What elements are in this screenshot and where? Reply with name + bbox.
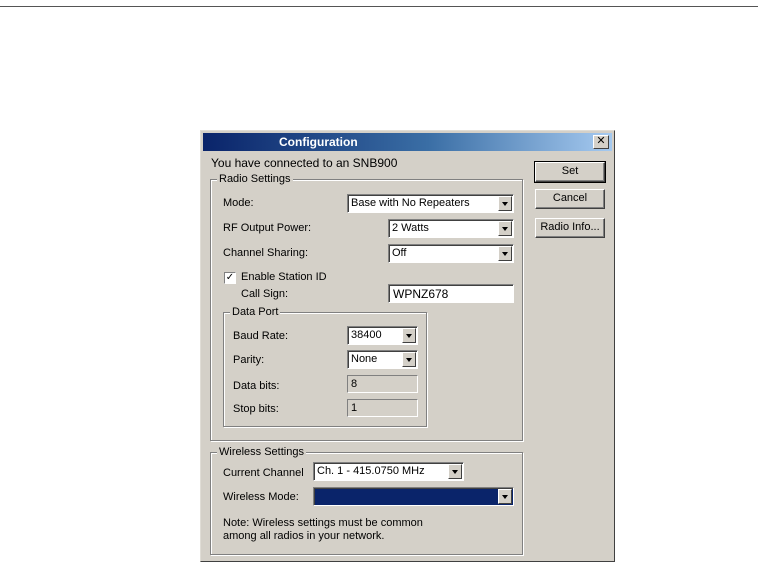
chevron-down-icon[interactable] xyxy=(498,489,512,504)
baud-rate-select-value: 38400 xyxy=(351,329,382,341)
page-top-rule xyxy=(0,6,758,7)
current-channel-label: Current Channel xyxy=(223,467,304,479)
chevron-down-icon[interactable] xyxy=(448,464,462,479)
call-sign-input[interactable]: WPNZ678 xyxy=(388,284,514,303)
dialog-title: Configuration xyxy=(279,135,358,149)
channel-sharing-select[interactable]: Off xyxy=(388,244,514,263)
channel-sharing-label: Channel Sharing: xyxy=(223,247,309,259)
current-channel-select-value: Ch. 1 - 415.0750 MHz xyxy=(317,465,425,477)
wireless-settings-legend: Wireless Settings xyxy=(217,446,306,458)
chevron-down-icon[interactable] xyxy=(498,246,512,261)
mode-select[interactable]: Base with No Repeaters xyxy=(347,194,514,213)
connection-status-text: You have connected to an SNB900 xyxy=(211,156,398,170)
baud-rate-select[interactable]: 38400 xyxy=(347,326,418,345)
close-icon: ✕ xyxy=(596,135,606,147)
checkmark-icon: ✓ xyxy=(225,272,235,283)
radio-settings-legend: Radio Settings xyxy=(217,173,293,185)
radio-info-button[interactable]: Radio Info... xyxy=(535,218,605,238)
mode-label: Mode: xyxy=(223,197,254,209)
station-id-label: Enable Station ID xyxy=(241,271,327,283)
chevron-down-icon[interactable] xyxy=(498,196,512,211)
rf-power-select[interactable]: 2 Watts xyxy=(388,219,514,238)
rf-power-label: RF Output Power: xyxy=(223,222,312,234)
wireless-mode-label: Wireless Mode: xyxy=(223,491,299,503)
wireless-note-line-1: Note: Wireless settings must be common xyxy=(223,517,423,529)
parity-select[interactable]: None xyxy=(347,350,418,369)
station-id-checkbox[interactable]: ✓ xyxy=(224,272,236,284)
close-button[interactable]: ✕ xyxy=(593,135,609,149)
data-bits-value: 8 xyxy=(347,375,418,393)
parity-select-value: None xyxy=(351,353,378,365)
wireless-mode-select[interactable] xyxy=(313,487,514,506)
data-port-legend: Data Port xyxy=(230,306,281,318)
chevron-down-icon[interactable] xyxy=(402,352,416,367)
mode-select-value: Base with No Repeaters xyxy=(351,197,470,209)
call-sign-label: Call Sign: xyxy=(241,288,289,300)
data-bits-label: Data bits: xyxy=(233,380,280,392)
stop-bits-value: 1 xyxy=(347,399,418,417)
current-channel-select[interactable]: Ch. 1 - 415.0750 MHz xyxy=(313,462,464,481)
stop-bits-label: Stop bits: xyxy=(233,403,279,415)
wireless-note-line-2: among all radios in your network. xyxy=(223,530,385,542)
set-button[interactable]: Set xyxy=(534,161,606,183)
channel-sharing-select-value: Off xyxy=(392,247,407,259)
chevron-down-icon[interactable] xyxy=(498,221,512,236)
cancel-button[interactable]: Cancel xyxy=(535,189,605,209)
title-bar[interactable]: Configuration ✕ xyxy=(203,133,612,151)
rf-power-select-value: 2 Watts xyxy=(392,222,429,234)
chevron-down-icon[interactable] xyxy=(402,328,416,343)
parity-label: Parity: xyxy=(233,354,265,366)
configuration-dialog: Configuration ✕ You have connected to an… xyxy=(200,130,615,562)
baud-rate-label: Baud Rate: xyxy=(233,330,289,342)
